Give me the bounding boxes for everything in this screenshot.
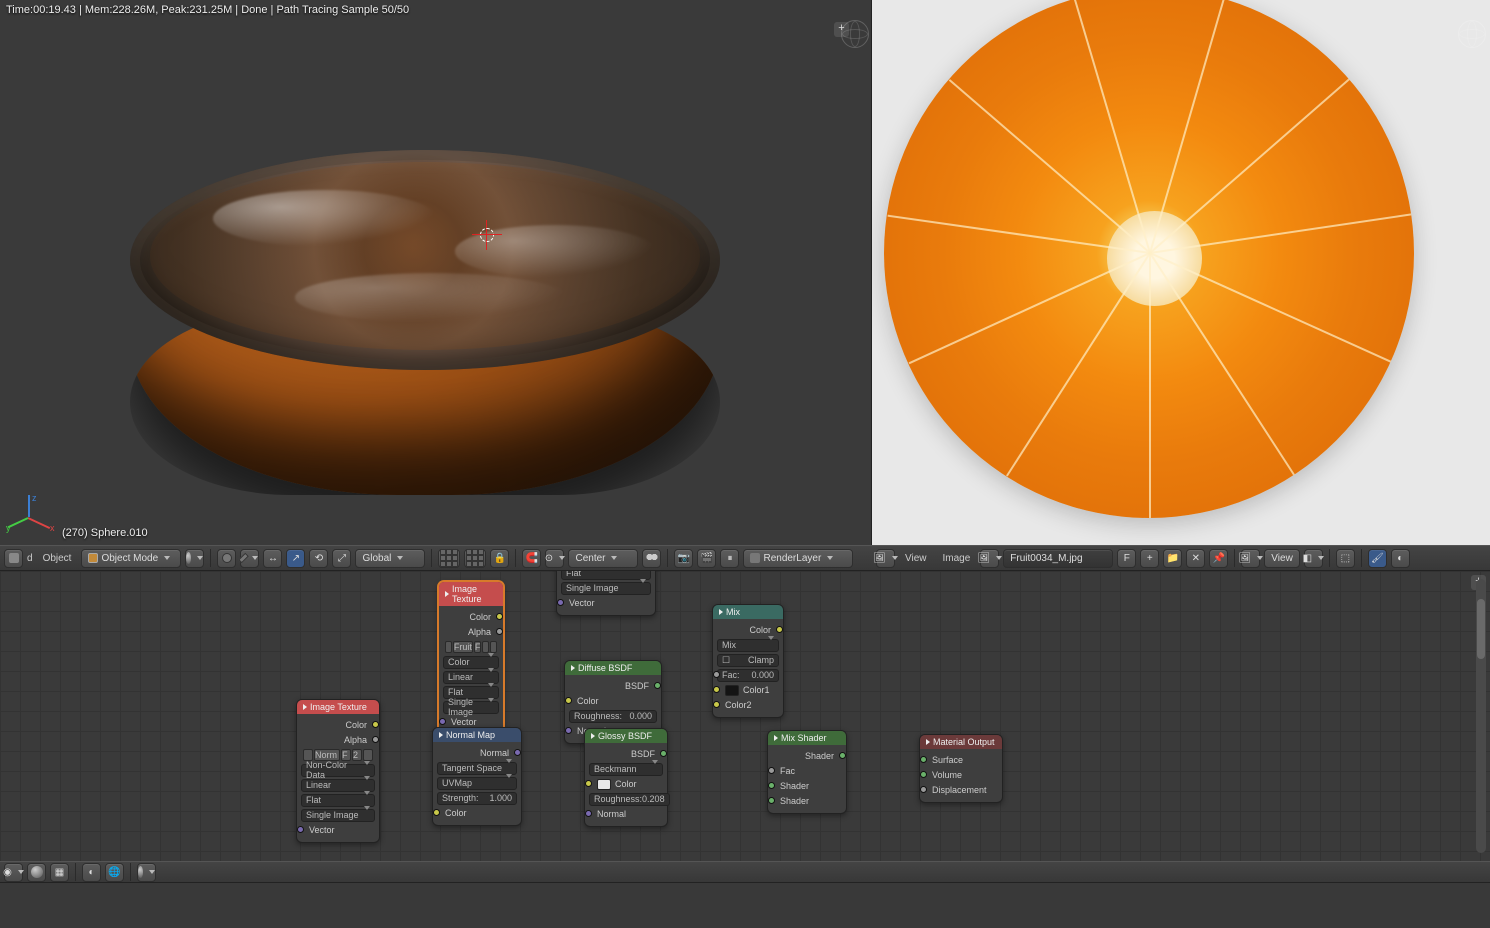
draw-channels[interactable]: ◧ bbox=[1304, 549, 1323, 568]
image-editor-viewport[interactable] bbox=[872, 0, 1490, 545]
node-mix-rgb[interactable]: Mix Color Mix ☐Clamp Fac:0.000 Color1 Co… bbox=[712, 604, 784, 718]
open-image-icon[interactable]: 📁 bbox=[1163, 549, 1182, 568]
color1-swatch[interactable] bbox=[725, 685, 739, 696]
shading-mode-button[interactable] bbox=[185, 549, 204, 568]
interpolation-field[interactable]: Linear bbox=[443, 671, 499, 684]
menu-image[interactable]: Image bbox=[943, 553, 971, 564]
lock-layers-icon[interactable]: 🔒 bbox=[490, 549, 509, 568]
node-normal-map[interactable]: Normal Map Normal Tangent Space UVMap St… bbox=[432, 727, 522, 826]
snap-toggle-icon[interactable]: 🧲 bbox=[522, 549, 541, 568]
viewport-3d[interactable]: Time:00:19.43 | Mem:228.26M, Peak:231.25… bbox=[0, 0, 872, 545]
node-editor-header: ◉ ▦ ◐ 🌐 bbox=[0, 861, 1490, 883]
mask-mode-icon[interactable]: ◐ bbox=[1391, 549, 1410, 568]
node-material-output[interactable]: Material Output Surface Volume Displacem… bbox=[919, 734, 1003, 803]
snap-target[interactable]: Center bbox=[568, 549, 638, 568]
node-image-texture[interactable]: Image Texture Color Alpha NormF2 Non-Col… bbox=[296, 699, 380, 843]
paint-mode-icon[interactable]: 🖌 bbox=[1368, 549, 1387, 568]
viewport-header: d Object Object Mode ↔ ↗ ⟲ ⤢ Global 🔒 🧲 … bbox=[0, 545, 872, 571]
unlink-image-icon[interactable]: ✕ bbox=[1186, 549, 1205, 568]
uv-select-sync-icon[interactable]: ⬚ bbox=[1336, 549, 1355, 568]
render-anim-icon[interactable]: 🎬 bbox=[697, 549, 716, 568]
roughness-field[interactable]: Roughness:0.208 bbox=[589, 793, 670, 806]
pin-icon[interactable]: 📌 bbox=[1209, 549, 1228, 568]
node-title[interactable]: Glossy BSDF bbox=[585, 729, 667, 743]
menu-object[interactable]: Object bbox=[43, 553, 72, 564]
editor-type-icon[interactable] bbox=[4, 549, 23, 568]
node-image-texture-selected[interactable]: Image Texture Color Alpha FruitF Color L… bbox=[438, 581, 504, 735]
render-layer-selector[interactable]: RenderLayer bbox=[743, 549, 853, 568]
node-title[interactable]: Material Output bbox=[920, 735, 1002, 749]
node-title[interactable]: Normal Map bbox=[433, 728, 521, 742]
active-object-label: (270) Sphere.010 bbox=[62, 527, 148, 539]
extension-field[interactable]: Single Image bbox=[443, 701, 499, 714]
scale-manip[interactable]: ⤢ bbox=[332, 549, 351, 568]
mode-d-label: d bbox=[27, 553, 33, 564]
node-title[interactable]: Image Texture bbox=[297, 700, 379, 714]
editor-type-icon[interactable]: 🖼 bbox=[876, 549, 895, 568]
image-browse-icon[interactable]: 🖼 bbox=[980, 549, 999, 568]
shader-type-icon[interactable] bbox=[27, 863, 46, 882]
rendered-object bbox=[60, 60, 780, 520]
node-mix-shader[interactable]: Mix Shader Shader Fac Shader Shader bbox=[767, 730, 847, 814]
node-image-texture-partial[interactable]: Non-Color Data Linear Flat Single Image … bbox=[556, 571, 656, 616]
node-title[interactable]: Diffuse BSDF bbox=[565, 661, 661, 675]
node-glossy-bsdf[interactable]: Glossy BSDF BSDF Beckmann Color Roughnes… bbox=[584, 728, 668, 827]
roughness-field[interactable]: Roughness:0.000 bbox=[569, 710, 657, 723]
pivot-dropdown[interactable] bbox=[240, 549, 259, 568]
reference-image bbox=[884, 0, 1414, 518]
node-editor[interactable]: + Non-Color Data Linear Flat Single Imag… bbox=[0, 571, 1490, 861]
object-shader-icon[interactable]: ◐ bbox=[82, 863, 101, 882]
manipulator-toggle[interactable]: ↔ bbox=[263, 549, 282, 568]
rotate-manip[interactable]: ⟲ bbox=[309, 549, 328, 568]
fake-user-button[interactable]: F bbox=[1117, 549, 1136, 568]
view-channels-button[interactable]: View bbox=[1264, 549, 1300, 568]
layers-right[interactable] bbox=[464, 549, 486, 568]
axis-gizmo: z x y bbox=[10, 495, 50, 535]
transform-orientation[interactable]: Global bbox=[355, 549, 425, 568]
world-shader-icon[interactable]: 🌐 bbox=[105, 863, 124, 882]
clamp-toggle[interactable]: ☐Clamp bbox=[717, 654, 779, 667]
material-browse-icon[interactable] bbox=[137, 863, 156, 882]
cursor-3d-icon bbox=[478, 226, 496, 244]
fac-field[interactable]: Fac:0.000 bbox=[717, 669, 779, 682]
strength-field[interactable]: Strength:1.000 bbox=[437, 792, 517, 805]
image-editor-header: 🖼 View Image 🖼 Fruit0034_M.jpg F + 📁 ✕ 📌… bbox=[872, 545, 1490, 571]
menu-view[interactable]: View bbox=[905, 553, 927, 564]
view-gyro-icon[interactable] bbox=[841, 20, 869, 48]
pause-render-icon[interactable]: ⏸ bbox=[720, 549, 739, 568]
color-swatch[interactable] bbox=[597, 779, 611, 790]
mode-selector[interactable]: Object Mode bbox=[81, 549, 181, 568]
image-browse-row[interactable]: FruitF bbox=[443, 641, 499, 654]
node-title[interactable]: Mix Shader bbox=[768, 731, 846, 745]
layers-left[interactable] bbox=[438, 549, 460, 568]
snap-element[interactable]: ⊙ bbox=[545, 549, 564, 568]
node-title[interactable]: Mix bbox=[713, 605, 783, 619]
view-mode-icon[interactable]: 🖼 bbox=[1241, 549, 1260, 568]
compositor-type-icon[interactable]: ▦ bbox=[50, 863, 69, 882]
colorspace-field[interactable]: Color bbox=[443, 656, 499, 669]
node-title[interactable]: Image Texture bbox=[439, 582, 503, 606]
scrollbar-vertical[interactable] bbox=[1476, 579, 1486, 853]
view-gyro-icon[interactable] bbox=[1458, 20, 1486, 48]
new-image-icon[interactable]: + bbox=[1140, 549, 1159, 568]
pivot-icon[interactable] bbox=[217, 549, 236, 568]
image-name-field[interactable]: Fruit0034_M.jpg bbox=[1003, 549, 1113, 568]
editor-type-icon[interactable]: ◉ bbox=[4, 863, 23, 882]
translate-manip[interactable]: ↗ bbox=[286, 549, 305, 568]
snap-align-rotation-icon[interactable] bbox=[642, 549, 661, 568]
render-image-icon[interactable]: 📷 bbox=[674, 549, 693, 568]
render-stats-text: Time:00:19.43 | Mem:228.26M, Peak:231.25… bbox=[6, 4, 409, 16]
